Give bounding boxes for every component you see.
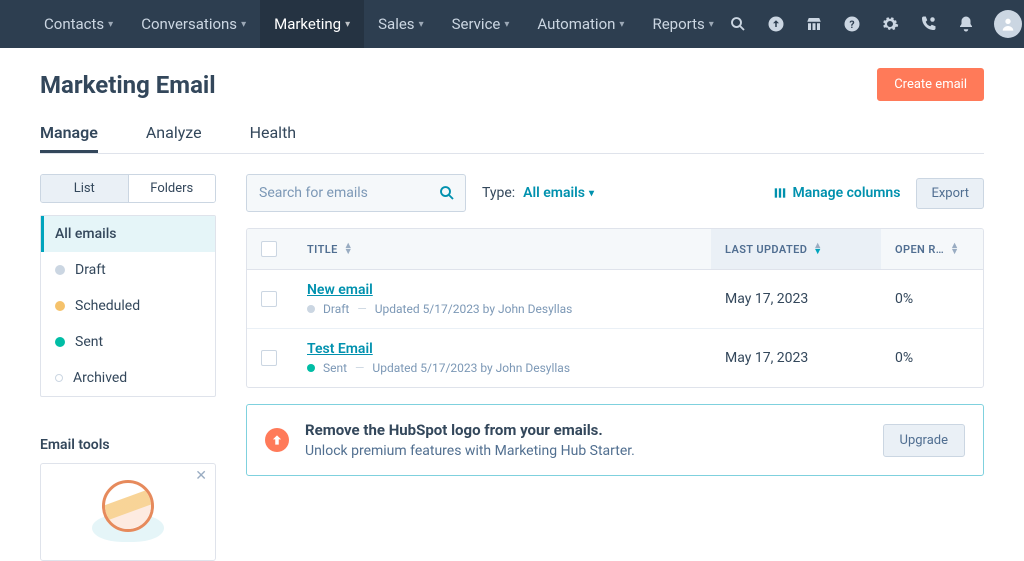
status-dot-icon (55, 265, 65, 275)
chevron-down-icon: ▾ (709, 19, 714, 30)
sort-icon: ▲▼ (813, 243, 822, 255)
email-title-link[interactable]: Test Email (307, 341, 373, 357)
status-filters: All emails Draft Scheduled Sent Archived (40, 215, 216, 397)
create-email-button[interactable]: Create email (877, 68, 984, 101)
filter-archived[interactable]: Archived (41, 360, 215, 396)
tab-manage[interactable]: Manage (40, 115, 98, 153)
row-checkbox[interactable] (261, 291, 277, 307)
nav-contacts[interactable]: Contacts▾ (30, 0, 127, 48)
help-icon[interactable]: ? (842, 14, 862, 34)
cell-open-rate: 0% (881, 270, 983, 328)
arrow-up-icon (265, 428, 289, 452)
email-title-link[interactable]: New email (307, 282, 373, 298)
col-title[interactable]: TITLE▲▼ (293, 229, 711, 269)
upsell-banner: Remove the HubSpot logo from your emails… (246, 404, 984, 476)
email-status: Draft (323, 302, 349, 316)
notifications-icon[interactable] (956, 14, 976, 34)
chevron-down-icon: ▾ (108, 19, 113, 30)
upgrade-button[interactable]: Upgrade (883, 424, 965, 457)
nav-automation[interactable]: Automation▾ (523, 0, 638, 48)
manage-columns-link[interactable]: Manage columns (773, 185, 901, 201)
email-tools-illustration-icon (92, 476, 164, 548)
status-dot-icon (307, 305, 315, 313)
page-title: Marketing Email (40, 71, 216, 99)
marketplace-icon[interactable] (804, 14, 824, 34)
filter-sent[interactable]: Sent (41, 324, 215, 360)
chevron-down-icon: ▾ (345, 19, 350, 30)
email-tools-card: ✕ (40, 463, 216, 561)
sort-icon: ▲▼ (344, 243, 353, 255)
upsell-title: Remove the HubSpot logo from your emails… (305, 421, 603, 439)
chevron-down-icon: ▾ (241, 19, 246, 30)
nav-items: Contacts▾ Conversations▾ Marketing▾ Sale… (30, 0, 728, 48)
nav-right: ? ▾ (728, 10, 1024, 38)
close-icon[interactable]: ✕ (195, 468, 207, 484)
chevron-down-icon: ▾ (589, 188, 594, 199)
cell-last-updated: May 17, 2023 (711, 270, 881, 328)
status-dot-icon (307, 364, 315, 372)
tab-health[interactable]: Health (250, 115, 297, 153)
list-folders-toggle: List Folders (40, 174, 216, 203)
export-button[interactable]: Export (916, 178, 984, 209)
upload-icon[interactable] (766, 14, 786, 34)
row-checkbox[interactable] (261, 350, 277, 366)
page-tabs: Manage Analyze Health (40, 115, 984, 154)
table-row: Test Email Sent — Updated 5/17/2023 by J… (247, 329, 983, 387)
cell-last-updated: May 17, 2023 (711, 329, 881, 387)
subtab-folders[interactable]: Folders (128, 175, 216, 202)
table-header: TITLE▲▼ LAST UPDATED▲▼ OPEN R…▲▼ (247, 229, 983, 270)
status-dot-icon (55, 301, 65, 311)
phone-icon[interactable] (918, 14, 938, 34)
search-icon[interactable] (438, 184, 456, 206)
chevron-down-icon: ▾ (419, 19, 424, 30)
filter-draft[interactable]: Draft (41, 252, 215, 288)
email-updated-by: Updated 5/17/2023 by John Desyllas (372, 361, 570, 375)
email-meta: Sent — Updated 5/17/2023 by John Desylla… (307, 361, 570, 375)
chevron-down-icon: ▾ (619, 19, 624, 30)
search-input[interactable] (246, 174, 466, 212)
search-icon[interactable] (728, 14, 748, 34)
settings-icon[interactable] (880, 14, 900, 34)
tab-analyze[interactable]: Analyze (146, 115, 202, 153)
type-filter: Type: All emails▾ (482, 185, 594, 201)
filter-scheduled[interactable]: Scheduled (41, 288, 215, 324)
select-all-checkbox[interactable] (261, 241, 277, 257)
svg-text:?: ? (849, 18, 854, 31)
email-meta: Draft — Updated 5/17/2023 by John Desyll… (307, 302, 572, 316)
columns-icon (773, 186, 787, 200)
col-open-rate[interactable]: OPEN R…▲▼ (881, 229, 983, 269)
emails-table: TITLE▲▼ LAST UPDATED▲▼ OPEN R…▲▼ New ema… (246, 228, 984, 388)
sort-icon: ▲▼ (950, 243, 959, 255)
email-tools-heading: Email tools (40, 437, 216, 453)
status-dot-icon (55, 337, 65, 347)
nav-service[interactable]: Service▾ (438, 0, 524, 48)
filter-all-emails[interactable]: All emails (41, 216, 215, 252)
upsell-body: Unlock premium features with Marketing H… (305, 443, 635, 459)
table-row: New email Draft — Updated 5/17/2023 by J… (247, 270, 983, 329)
nav-reports[interactable]: Reports▾ (638, 0, 727, 48)
type-filter-value[interactable]: All emails▾ (523, 185, 594, 201)
cell-open-rate: 0% (881, 329, 983, 387)
avatar-icon (994, 10, 1022, 38)
search-emails (246, 174, 466, 212)
nav-sales[interactable]: Sales▾ (364, 0, 437, 48)
type-filter-label: Type: (482, 185, 515, 201)
col-last-updated[interactable]: LAST UPDATED▲▼ (711, 229, 881, 269)
status-dot-icon (55, 374, 63, 382)
account-menu[interactable]: ▾ (994, 10, 1024, 38)
chevron-down-icon: ▾ (504, 19, 509, 30)
nav-conversations[interactable]: Conversations▾ (127, 0, 260, 48)
nav-marketing[interactable]: Marketing▾ (260, 0, 364, 48)
top-nav: Contacts▾ Conversations▾ Marketing▾ Sale… (0, 0, 1024, 48)
subtab-list[interactable]: List (41, 175, 128, 202)
email-updated-by: Updated 5/17/2023 by John Desyllas (375, 302, 573, 316)
email-status: Sent (323, 361, 347, 375)
